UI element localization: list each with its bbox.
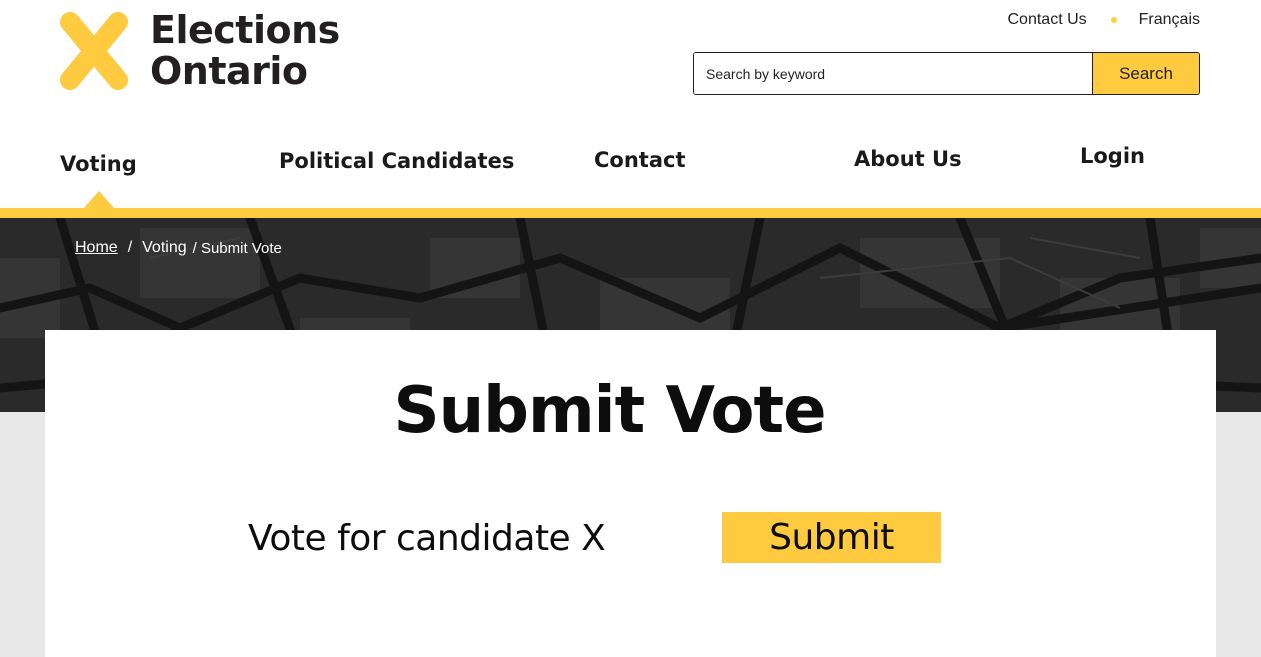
logo-line-2: Ontario [150, 49, 308, 93]
breadcrumb-current: / Submit Vote [192, 239, 282, 257]
main-nav: Voting Political Candidates Contact Abou… [0, 130, 1261, 208]
language-toggle-link[interactable]: Français [1139, 11, 1200, 29]
nav-item-voting[interactable]: Voting [60, 152, 137, 176]
vote-candidate-label: Vote for candidate X [248, 518, 606, 559]
nav-item-contact[interactable]: Contact [594, 148, 686, 172]
x-logo-icon [60, 12, 128, 90]
submit-vote-button[interactable]: Submit [722, 512, 941, 563]
page-title: Submit Vote [393, 374, 827, 448]
active-nav-indicator [84, 191, 114, 208]
breadcrumb-home-link[interactable]: Home [75, 239, 118, 257]
utility-links: Contact Us Français [1008, 11, 1201, 29]
breadcrumb-voting[interactable]: Voting [142, 239, 186, 257]
nav-item-about-us[interactable]: About Us [854, 147, 962, 171]
contact-us-link[interactable]: Contact Us [1008, 11, 1087, 29]
logo-line-1: Elections [150, 8, 340, 52]
nav-item-political-candidates[interactable]: Political Candidates [279, 149, 514, 173]
search-input[interactable] [694, 53, 1092, 94]
breadcrumb-separator: / [127, 239, 133, 256]
logo-wordmark: Elections Ontario [150, 10, 340, 92]
search-button[interactable]: Search [1092, 53, 1199, 94]
site-header: Elections Ontario Contact Us Français Se… [0, 0, 1261, 208]
breadcrumb: Home / Voting / Submit Vote [75, 239, 282, 257]
site-logo[interactable]: Elections Ontario [58, 10, 340, 92]
search-form: Search [693, 52, 1200, 95]
nav-item-login[interactable]: Login [1080, 144, 1145, 168]
bullet-dot-icon [1110, 17, 1117, 23]
accent-bar [0, 208, 1261, 218]
main-content-card: Submit Vote Vote for candidate X Submit [45, 330, 1216, 657]
